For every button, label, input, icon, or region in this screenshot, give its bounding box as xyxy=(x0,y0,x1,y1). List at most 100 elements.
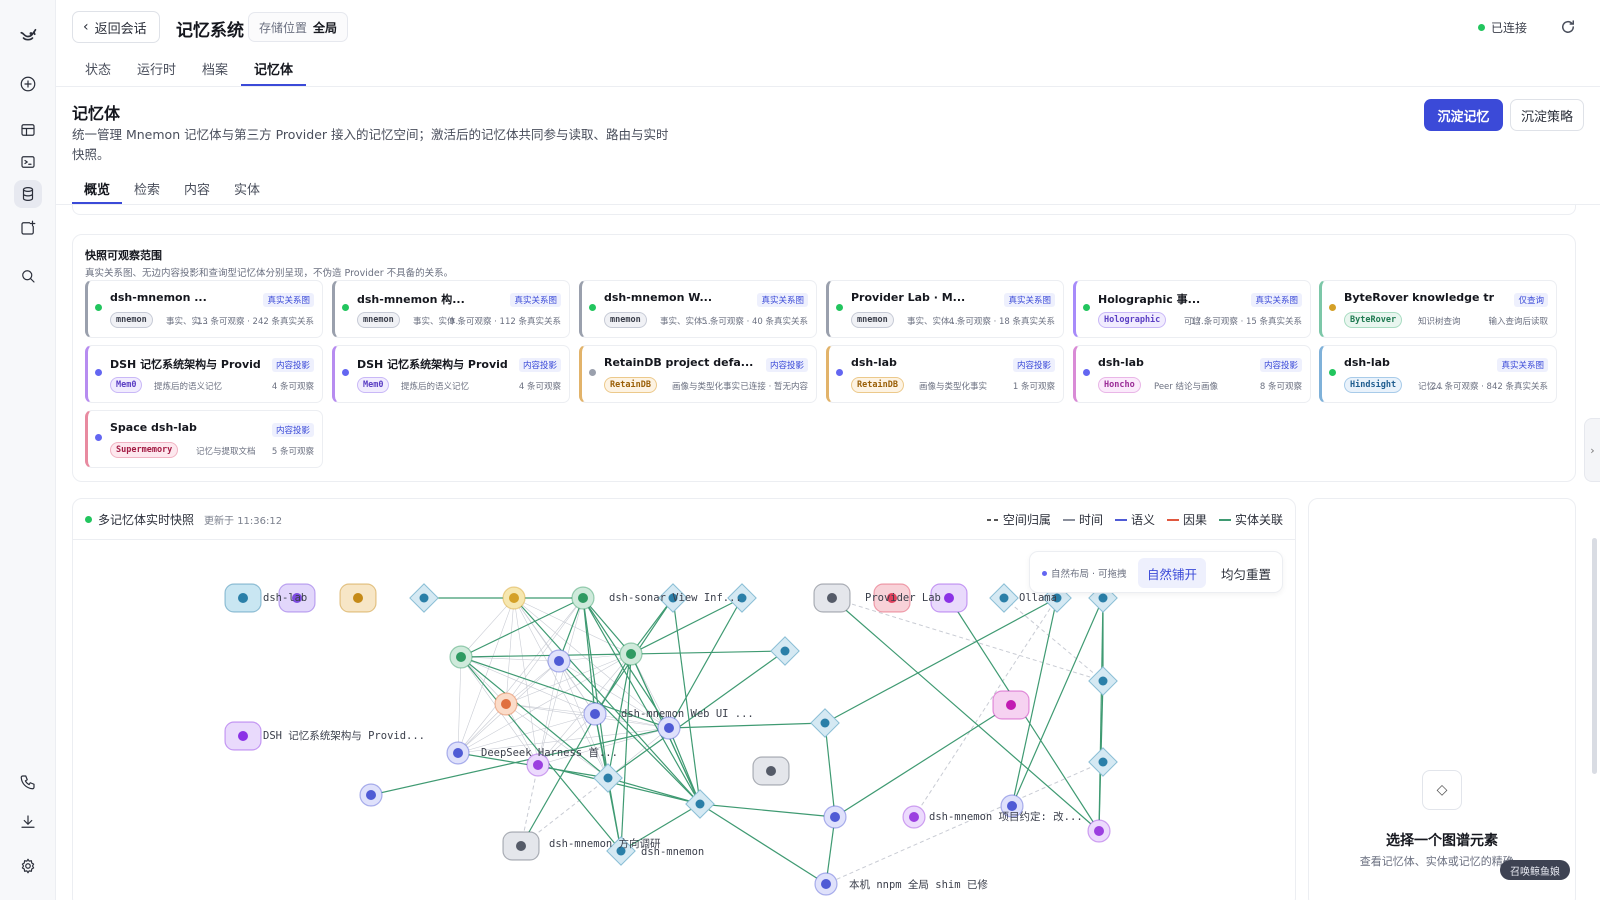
memory-card[interactable]: RetainDB project defa... 内容投影 RetainDB 画像与类… xyxy=(579,345,817,403)
graph-updated-time: 更新于 11:36:12 xyxy=(204,516,283,527)
layout-icon[interactable] xyxy=(14,116,42,144)
graph-node[interactable] xyxy=(449,645,473,669)
card-stat: 1 条可观察 xyxy=(1012,382,1055,392)
graph-edge xyxy=(457,597,515,754)
back-to-chat-button[interactable]: ‹ 返回会话 xyxy=(72,11,160,43)
sub-tabs: 概览 检索 内容 实体 xyxy=(72,172,272,204)
graph-node[interactable] xyxy=(810,708,840,738)
graph-edge xyxy=(457,656,462,754)
graph-node-label: dsh-mnemon xyxy=(641,846,704,858)
graph-node[interactable] xyxy=(823,805,847,829)
tab-memory-bodies[interactable]: 记忆体 xyxy=(241,48,307,86)
card-title: Provider Lab · M... xyxy=(851,291,966,304)
tab-entities[interactable]: 实体 xyxy=(222,172,272,204)
graph-node[interactable] xyxy=(992,690,1030,720)
memory-card[interactable]: dsh-lab 真实关系图 Hindsight 记忆... 24 条可观察 · 842 … xyxy=(1319,345,1557,403)
graph-node[interactable] xyxy=(339,583,377,613)
card-stat: 24 条可观察 · 842 条真实关系 xyxy=(1430,382,1548,392)
new-chat-icon[interactable] xyxy=(14,70,42,98)
graph-node-label: dsh-sonar View Inf... xyxy=(609,592,742,604)
phone-icon[interactable] xyxy=(14,768,42,796)
graph-node[interactable] xyxy=(571,586,595,610)
graph-node[interactable] xyxy=(814,872,838,896)
add-box-icon[interactable] xyxy=(14,214,42,242)
natural-spread-button[interactable]: 自然铺开 xyxy=(1138,558,1206,588)
graph-node[interactable] xyxy=(494,692,518,716)
status-dot-icon xyxy=(1083,369,1090,376)
graph-node[interactable] xyxy=(547,649,571,673)
tab-content[interactable]: 内容 xyxy=(172,172,222,204)
tab-overview[interactable]: 概览 xyxy=(72,172,123,204)
settings-gear-icon[interactable] xyxy=(14,852,42,880)
tab-search[interactable]: 检索 xyxy=(122,172,172,204)
graph-node[interactable] xyxy=(1088,747,1118,777)
tab-status[interactable]: 状态 xyxy=(72,48,124,86)
summon-pet-button[interactable]: 召唤鲸鱼娘 xyxy=(1500,860,1570,880)
graph-edge xyxy=(824,722,836,818)
terminal-icon[interactable] xyxy=(14,148,42,176)
uniform-reset-button[interactable]: 均匀重置 xyxy=(1214,558,1278,588)
provider-pill: Mem0 xyxy=(110,377,143,393)
graph-node[interactable] xyxy=(752,756,790,786)
graph-node[interactable] xyxy=(593,763,623,793)
memory-card[interactable]: DSH 记忆系统架构与 Provide... 内容投影 Mem0 提炼后的语义记忆 4 … xyxy=(85,345,323,403)
graph-edge xyxy=(668,722,826,729)
memory-card[interactable]: dsh-mnemon W... 真实关系图 mnemon 事实、实体... 5 条可观察… xyxy=(579,280,817,338)
card-badge: 仅查询 xyxy=(1514,293,1548,307)
tab-profile[interactable]: 档案 xyxy=(189,48,241,86)
memory-card[interactable]: Space dsh-lab 内容投影 Supermemory 记忆与提取文档 5 条可观… xyxy=(85,410,323,468)
refresh-icon[interactable] xyxy=(1559,18,1577,36)
graph-node[interactable] xyxy=(902,805,926,829)
graph-node[interactable] xyxy=(770,636,800,666)
graph-node[interactable] xyxy=(502,831,540,861)
status-dot-icon xyxy=(836,304,843,311)
card-title: dsh-mnemon W... xyxy=(604,291,713,304)
graph-node[interactable] xyxy=(657,716,681,740)
status-dot-icon xyxy=(95,369,102,376)
memory-card[interactable]: dsh-mnemon 构... 真实关系图 mnemon 事实、实体... 9 条可观察… xyxy=(332,280,570,338)
memory-card[interactable]: Holographic 事... 真实关系图 Holographic 可信... 17 … xyxy=(1073,280,1311,338)
memory-network-graph[interactable]: dsh-lab dsh-sonar View Inf... Provider Lab… xyxy=(73,540,1296,900)
download-icon[interactable] xyxy=(14,808,42,836)
card-badge: 内容投影 xyxy=(518,358,561,372)
memory-card[interactable]: ByteRover knowledge tree 仅查询 ByteRover 知识树查… xyxy=(1319,280,1557,338)
database-icon[interactable] xyxy=(14,180,42,208)
memory-card[interactable]: dsh-lab 内容投影 RetainDB 画像与类型化事实 1 条可观察 xyxy=(826,345,1064,403)
card-title: DSH 记忆系统架构与 Provide... xyxy=(357,358,507,371)
graph-edge xyxy=(460,597,515,658)
memory-card[interactable]: dsh-mnemon ... 真实关系图 mnemon 事实、实... 13 条可观察 … xyxy=(85,280,323,338)
graph-node[interactable] xyxy=(446,741,470,765)
consolidate-policy-button[interactable]: 沉淀策略 xyxy=(1510,99,1584,131)
app-logo-icon[interactable] xyxy=(14,21,42,49)
chevron-right-icon[interactable]: › xyxy=(1584,418,1600,482)
graph-node[interactable] xyxy=(813,583,851,613)
status-dot-icon xyxy=(342,304,349,311)
graph-node[interactable] xyxy=(1087,819,1111,843)
connection-label: 已连接 xyxy=(1491,21,1528,35)
graph-node[interactable] xyxy=(989,583,1019,613)
card-stat: 8 条可观察 xyxy=(1259,382,1302,392)
graph-node-label: dsh-lab xyxy=(263,592,307,604)
graph-node[interactable] xyxy=(583,702,607,726)
memory-card[interactable]: DSH 记忆系统架构与 Provide... 内容投影 Mem0 提炼后的语义记忆 4 … xyxy=(332,345,570,403)
status-dot-icon xyxy=(1329,304,1336,311)
card-badge: 真实关系图 xyxy=(1497,358,1548,372)
graph-node[interactable] xyxy=(1088,666,1118,696)
graph-node[interactable] xyxy=(502,586,526,610)
consolidate-memory-button[interactable]: 沉淀记忆 xyxy=(1424,99,1503,131)
graph-node[interactable] xyxy=(224,721,262,751)
graph-node[interactable] xyxy=(619,642,643,666)
scrollbar[interactable] xyxy=(1592,538,1597,774)
graph-node[interactable] xyxy=(224,583,262,613)
card-badge: 真实关系图 xyxy=(263,293,314,307)
memory-card[interactable]: dsh-lab 内容投影 Honcho Peer 结论与画像 8 条可观察 xyxy=(1073,345,1311,403)
status-dot-icon xyxy=(1083,304,1090,311)
card-stat: 已连接 · 暂无内容 xyxy=(740,382,808,392)
memory-card[interactable]: Provider Lab · M... 真实关系图 mnemon 事实、实体... 4 … xyxy=(826,280,1064,338)
tab-runtime[interactable]: 运行时 xyxy=(124,48,189,86)
search-icon[interactable] xyxy=(14,262,42,290)
card-badge: 内容投影 xyxy=(1259,358,1302,372)
graph-node[interactable] xyxy=(409,583,439,613)
graph-node[interactable] xyxy=(359,783,383,807)
storage-location-chip[interactable]: 存储位置 全局 xyxy=(248,12,349,42)
